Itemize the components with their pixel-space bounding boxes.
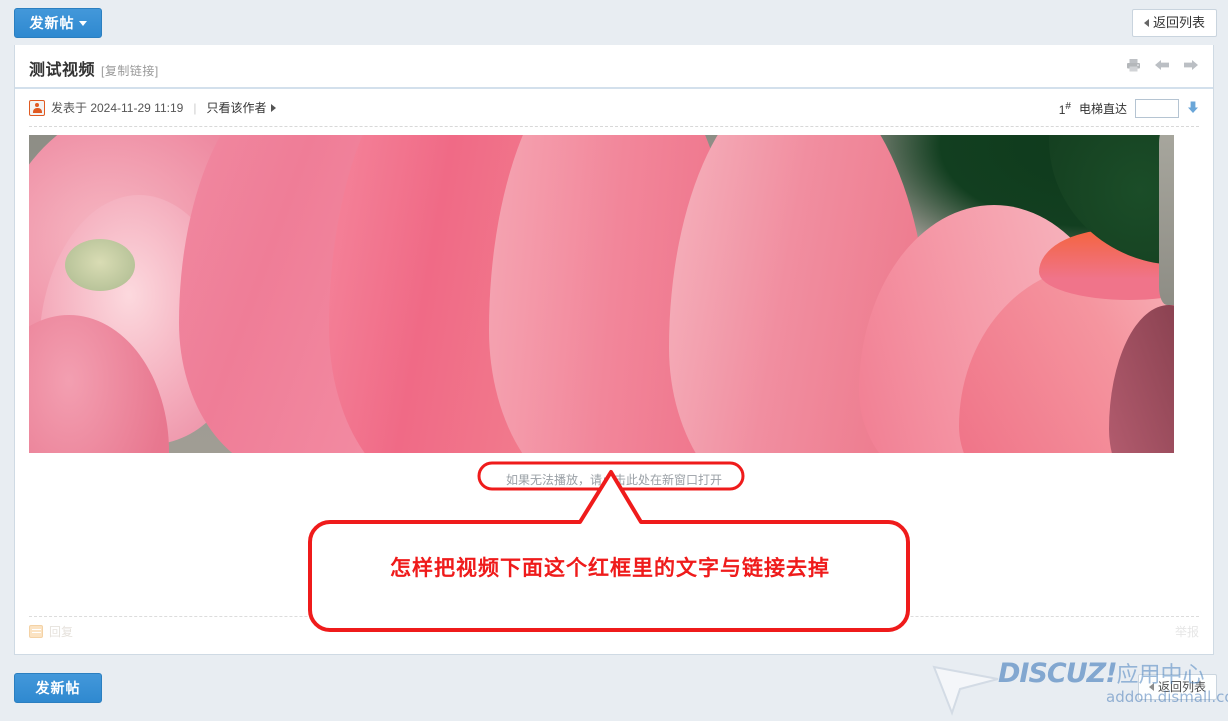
- thread-panel: 测试视频 [复制链接] 发表于 2024-11-29 11:19 | 只看该作者…: [14, 45, 1214, 655]
- video-fallback-caption: 如果无法播放，请点击此处在新窗口打开: [29, 471, 1199, 488]
- background-stone: [1159, 135, 1174, 305]
- arrow-left-icon[interactable]: [1154, 58, 1170, 72]
- thread-header-icons: [1126, 58, 1199, 72]
- arrow-down-icon[interactable]: [1187, 100, 1199, 117]
- video-caption-row: 如果无法播放，请点击此处在新窗口打开: [29, 459, 1199, 505]
- back-to-list-button-top[interactable]: 返回列表: [1131, 9, 1217, 37]
- chevron-right-icon: [271, 103, 277, 112]
- new-thread-label-top: 发新帖: [29, 15, 75, 31]
- page-title: 测试视频 [复制链接]: [29, 56, 159, 80]
- new-thread-button-top[interactable]: 发新帖: [14, 8, 102, 38]
- elevator-input[interactable]: [1135, 99, 1179, 118]
- arrow-right-icon[interactable]: [1183, 58, 1199, 72]
- meta-separator: |: [193, 100, 197, 115]
- post-date: 发表于 2024-11-29 11:19: [51, 101, 184, 115]
- chevron-down-icon: [78, 21, 87, 27]
- post-meta-right: 1# 电梯直达: [1059, 99, 1199, 118]
- back-to-list-label-top: 返回列表: [1152, 15, 1205, 30]
- elevator-label: 电梯直达: [1078, 102, 1127, 116]
- post-meta-row: 发表于 2024-11-29 11:19 | 只看该作者 1# 电梯直达: [29, 99, 1199, 127]
- post-meta-left: 发表于 2024-11-29 11:19 | 只看该作者: [29, 99, 277, 116]
- thread-title-text: 测试视频: [29, 62, 96, 79]
- open-in-new-window-link[interactable]: 如果无法播放，请点击此处在新窗口打开: [506, 473, 722, 487]
- post-footer: 回复 举报: [29, 616, 1199, 642]
- post-body: 如果无法播放，请点击此处在新窗口打开: [29, 135, 1199, 505]
- bottom-action-bar: 发新帖 返回列表: [0, 667, 1228, 721]
- new-thread-button-bottom[interactable]: 发新帖: [14, 673, 102, 703]
- back-to-list-label-bottom: 返回列表: [1157, 680, 1206, 694]
- only-author-button[interactable]: 只看该作者: [206, 99, 277, 116]
- print-icon[interactable]: [1126, 58, 1141, 72]
- floor-number-suffix: #: [1065, 100, 1071, 112]
- floor-number: 1#: [1059, 101, 1071, 117]
- only-author-label: 只看该作者: [206, 101, 267, 115]
- report-button[interactable]: 举报: [1175, 623, 1199, 640]
- reply-button[interactable]: 回复: [29, 623, 73, 640]
- copy-link-button[interactable]: [复制链接]: [101, 64, 159, 78]
- video-player[interactable]: [29, 135, 1174, 453]
- reply-icon: [29, 625, 43, 638]
- user-avatar-icon: [29, 99, 45, 116]
- top-action-bar: 发新帖 返回列表: [0, 0, 1228, 45]
- arrow-left-icon: [1143, 18, 1149, 27]
- arrow-left-icon: [1148, 682, 1154, 691]
- thread-header: 测试视频 [复制链接]: [15, 45, 1213, 89]
- page-root: 发新帖 返回列表 测试视频 [复制链接] 发表于 2024-11-29 11:1…: [0, 0, 1228, 721]
- reply-label: 回复: [49, 625, 74, 639]
- new-thread-label-bottom: 发新帖: [35, 680, 81, 696]
- back-to-list-button-bottom[interactable]: 返回列表: [1137, 674, 1217, 700]
- flower-center-shape: [65, 239, 135, 291]
